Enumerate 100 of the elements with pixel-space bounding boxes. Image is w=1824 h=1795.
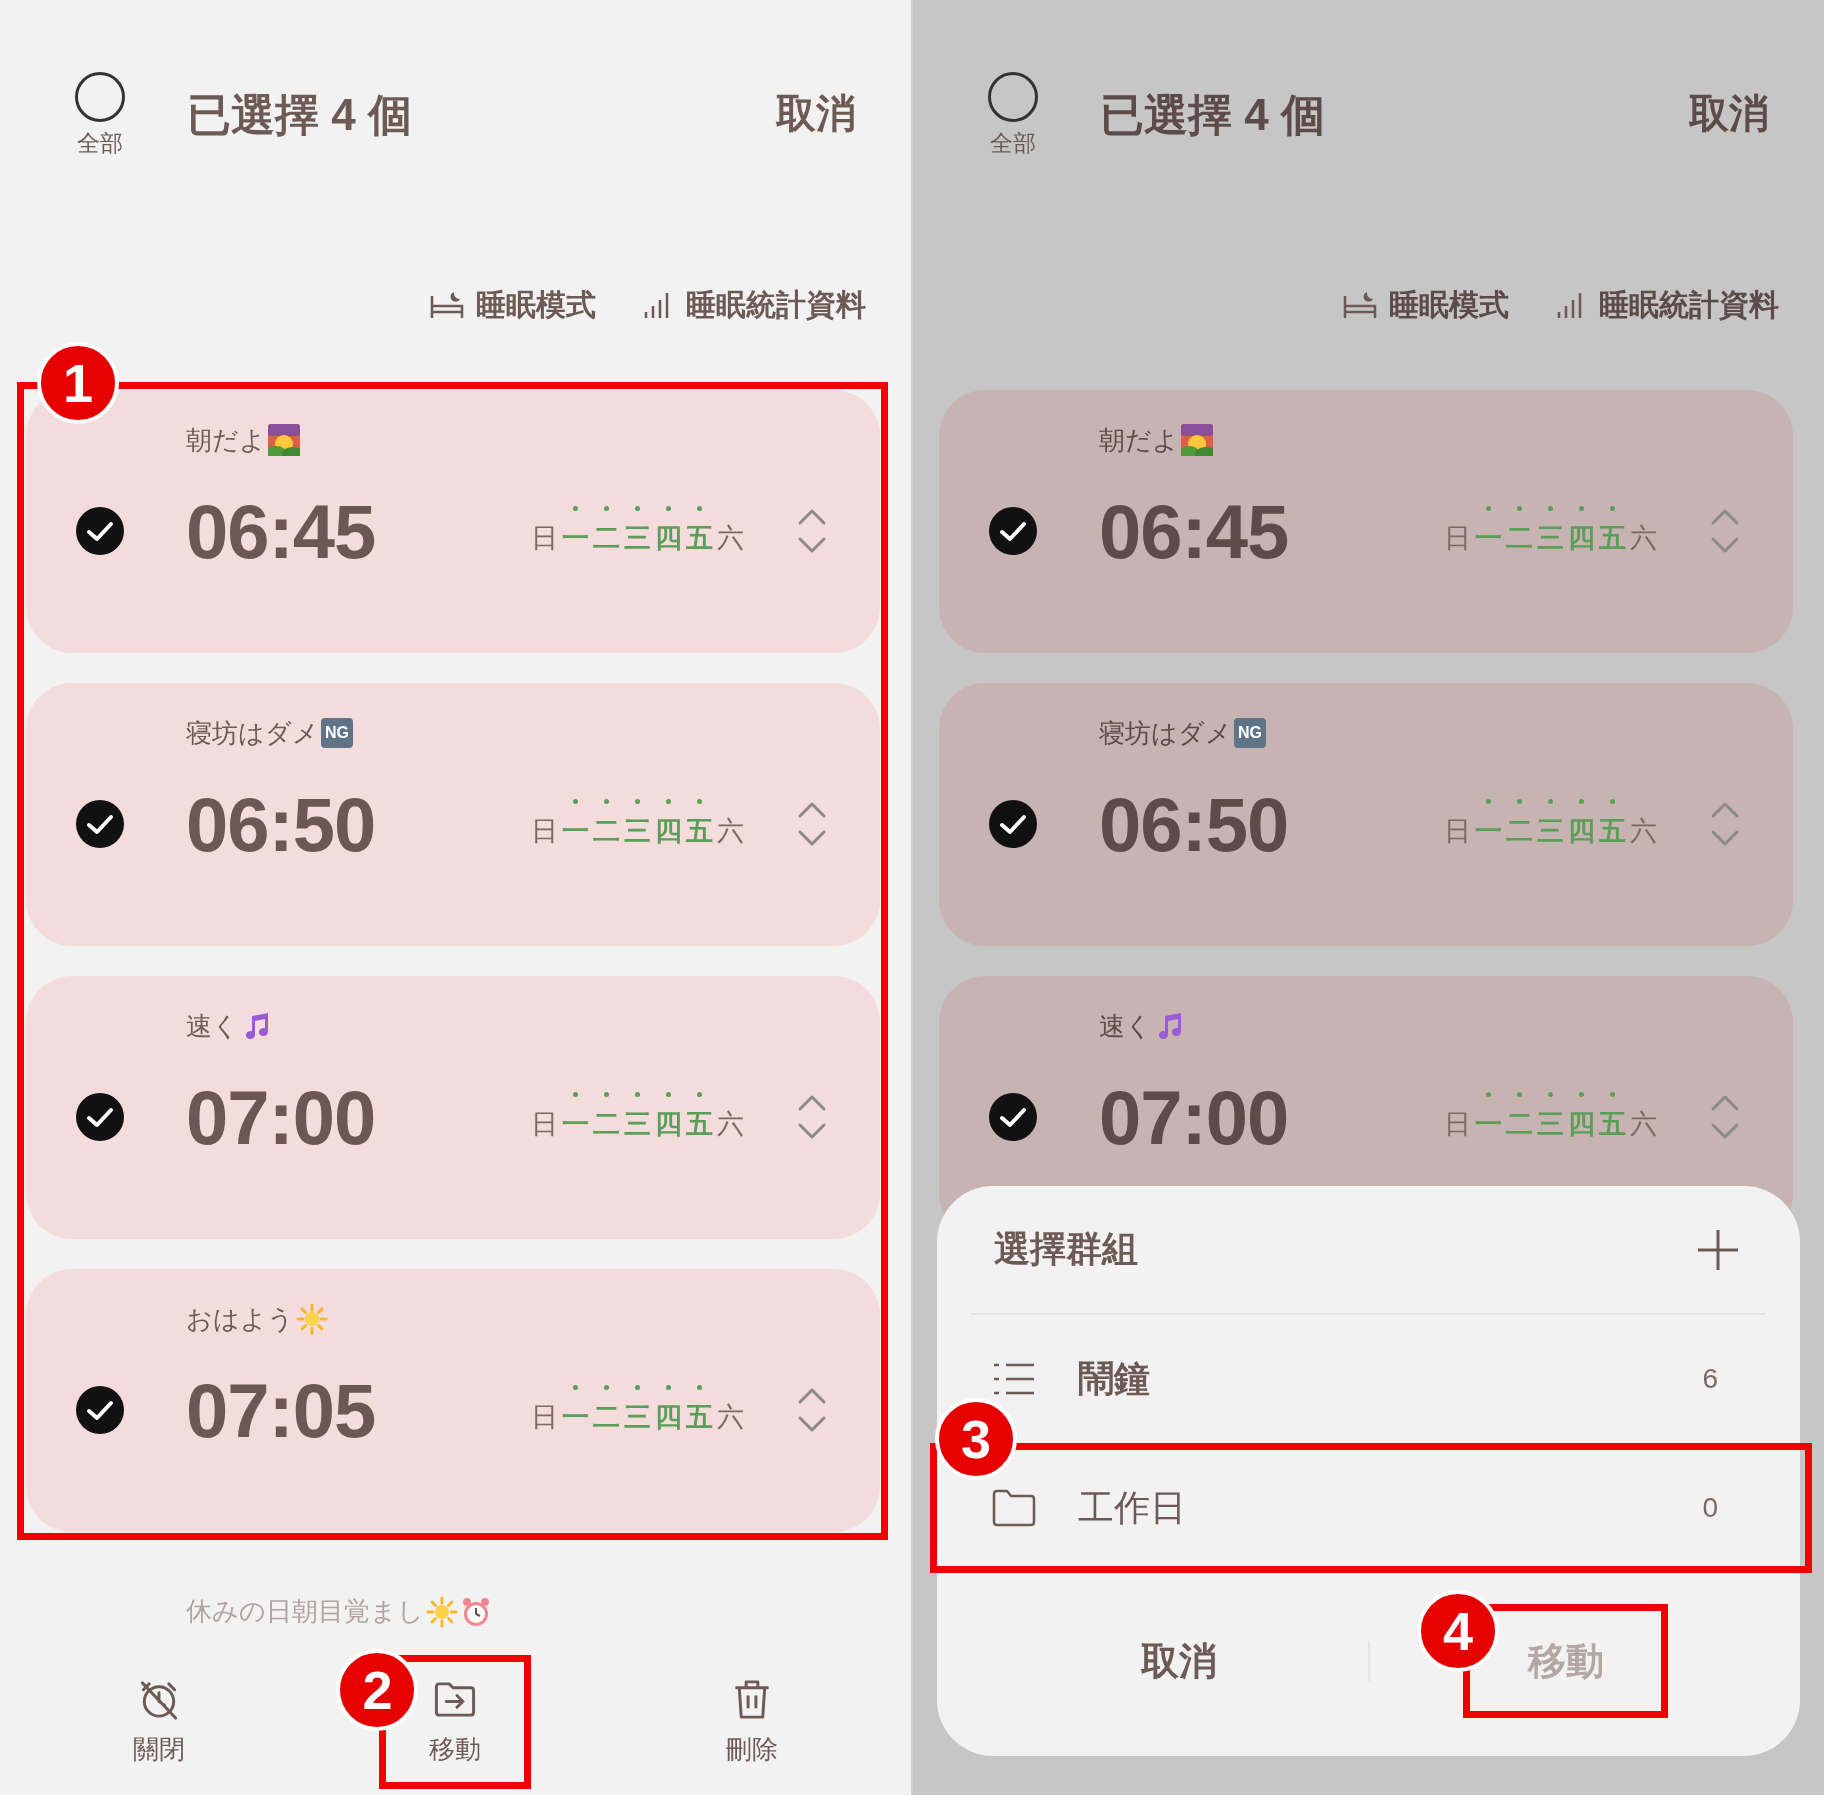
toolbar-button[interactable]: 關閉 xyxy=(124,1677,195,1767)
alarm-label: 朝だよ xyxy=(186,423,266,457)
alarm-card[interactable]: 速く 07:00 日 一二三 四 五六 xyxy=(26,976,880,1239)
weekday: 四 xyxy=(1566,799,1597,849)
folder-icon xyxy=(992,1488,1036,1528)
weekday: 四 xyxy=(653,799,684,849)
select-all-checkbox[interactable] xyxy=(75,72,125,122)
weekday: 三 xyxy=(622,506,653,556)
sleep-link[interactable]: 睡眠統計資料 xyxy=(686,284,866,326)
alarm-card[interactable]: 寝坊はダメ NG 06:50 日 一二三 四 五六 xyxy=(26,683,880,946)
sleep-link[interactable]: 睡眠模式 xyxy=(476,284,596,326)
weekday: 四 xyxy=(653,1385,684,1435)
group-name: 工作日 xyxy=(1078,1485,1186,1530)
expand-chevron-icon[interactable] xyxy=(796,800,828,848)
select-all-label: 全部 xyxy=(77,129,123,158)
weekday: 五 xyxy=(1597,799,1628,849)
alarm-label: おはよう xyxy=(186,1302,294,1336)
weekday: 五 xyxy=(684,799,715,849)
weekday: 四 xyxy=(1566,506,1597,556)
alarm-label: 朝だよ xyxy=(1099,423,1179,457)
alarm-card[interactable]: 朝だよ 06:45 日 一二三 四 五六 xyxy=(939,390,1793,653)
weekday: 二 xyxy=(591,1092,622,1142)
weekday: 五 xyxy=(684,1092,715,1142)
sleep-link[interactable]: 睡眠模式 xyxy=(1389,284,1509,326)
weekday: 二 xyxy=(1504,1092,1535,1142)
step-badge: 2 xyxy=(336,1649,419,1731)
select-all-checkbox[interactable] xyxy=(988,72,1038,122)
weekday: 一 xyxy=(1473,799,1504,849)
weekday: 一 xyxy=(560,1385,591,1435)
checkbox[interactable] xyxy=(75,799,125,849)
alarm-label: 寝坊はダメ xyxy=(186,716,319,750)
ng-icon: NG xyxy=(1234,718,1266,748)
alarm-time: 07:05 xyxy=(186,1366,376,1454)
weekday: 三 xyxy=(622,1092,653,1142)
alarm-time: 06:45 xyxy=(186,487,376,575)
checkbox[interactable] xyxy=(988,1092,1038,1142)
bed-icon xyxy=(1343,290,1377,320)
sunrise-icon xyxy=(268,424,300,456)
weekday: 二 xyxy=(591,1385,622,1435)
step-badge: 3 xyxy=(935,1398,1017,1480)
expand-chevron-icon[interactable] xyxy=(796,1386,828,1434)
weekday: 五 xyxy=(684,506,715,556)
weekday: 一 xyxy=(560,799,591,849)
expand-chevron-icon[interactable] xyxy=(796,1093,828,1141)
weekday: 五 xyxy=(1597,506,1628,556)
bed-icon xyxy=(430,290,464,320)
step-badge: 4 xyxy=(1417,1590,1499,1672)
weekday: 四 xyxy=(653,506,684,556)
alarm-time: 06:45 xyxy=(1099,487,1289,575)
ng-icon: NG xyxy=(321,718,353,748)
weekday: 一 xyxy=(560,1092,591,1142)
weekday: 二 xyxy=(1504,506,1535,556)
weekday: 三 xyxy=(1535,1092,1566,1142)
weekday: 二 xyxy=(1504,799,1535,849)
sleep-link[interactable]: 睡眠統計資料 xyxy=(1599,284,1779,326)
step-badge: 1 xyxy=(37,342,119,424)
group-count: 0 xyxy=(1702,1492,1718,1524)
alarm-time: 07:00 xyxy=(186,1073,376,1161)
selection-title: 已選擇 4 個 xyxy=(187,89,412,141)
weekday: 四 xyxy=(653,1092,684,1142)
alarm-time: 07:00 xyxy=(1099,1073,1289,1161)
weekday: 四 xyxy=(1566,1092,1597,1142)
toolbar-button[interactable]: 刪除 xyxy=(716,1677,787,1767)
cancel-link[interactable]: 取消 xyxy=(776,86,856,141)
alarm-card[interactable]: 寝坊はダメ NG 06:50 日 一二三 四 五六 xyxy=(939,683,1793,946)
alarm-clock-icon xyxy=(460,1595,492,1628)
sun-icon xyxy=(296,1303,328,1335)
weekday: 三 xyxy=(622,1385,653,1435)
weekday: 三 xyxy=(622,799,653,849)
alarm-label: 速く xyxy=(1099,1009,1152,1043)
weekday: 五 xyxy=(684,1385,715,1435)
alarm-time: 06:50 xyxy=(186,780,376,868)
weekday: 二 xyxy=(591,799,622,849)
weekday: 一 xyxy=(1473,1092,1504,1142)
checkbox[interactable] xyxy=(988,799,1038,849)
checkbox[interactable] xyxy=(75,1385,125,1435)
weekday: 一 xyxy=(560,506,591,556)
cancel-link[interactable]: 取消 xyxy=(1689,86,1769,141)
weekday: 三 xyxy=(1535,799,1566,849)
group-name: 鬧鐘 xyxy=(1078,1356,1150,1401)
select-all-label: 全部 xyxy=(990,129,1036,158)
weekday: 二 xyxy=(591,506,622,556)
expand-chevron-icon[interactable] xyxy=(796,507,828,555)
add-icon[interactable] xyxy=(1696,1227,1740,1272)
weekday: 五 xyxy=(1597,1092,1628,1142)
weekday: 三 xyxy=(1535,506,1566,556)
selection-title: 已選擇 4 個 xyxy=(1100,89,1325,141)
alarm-label: 寝坊はダメ xyxy=(1099,716,1232,750)
checkbox[interactable] xyxy=(75,506,125,556)
alarm-time: 06:50 xyxy=(1099,780,1289,868)
group-count: 6 xyxy=(1702,1363,1718,1395)
sunrise-icon xyxy=(1181,424,1213,456)
weekday: 一 xyxy=(1473,506,1504,556)
sheet-button[interactable]: 取消 xyxy=(1133,1631,1224,1691)
toolbar-button[interactable]: 移動 xyxy=(420,1677,491,1767)
checkbox[interactable] xyxy=(75,1092,125,1142)
alarm-card[interactable]: おはよう 07:05 日 一二三 四 五六 xyxy=(26,1269,880,1532)
sun-icon xyxy=(426,1595,458,1628)
alarm-label: 速く xyxy=(186,1009,239,1043)
checkbox[interactable] xyxy=(988,506,1038,556)
